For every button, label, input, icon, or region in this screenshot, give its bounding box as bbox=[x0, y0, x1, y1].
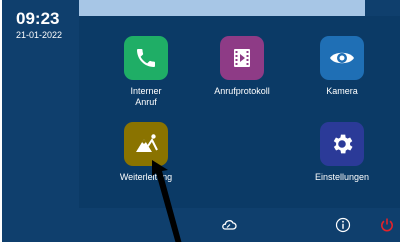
film-log-icon bbox=[220, 36, 264, 80]
tile-settings[interactable]: Einstellungen bbox=[297, 122, 387, 183]
tile-call-log[interactable]: Anrufprotokoll bbox=[197, 36, 287, 97]
info-icon[interactable] bbox=[335, 217, 351, 233]
tile-internal-call[interactable]: Interner Anruf bbox=[101, 36, 191, 108]
pointer-arrow bbox=[152, 160, 182, 242]
app-grid: Interner Anruf Anrufprotokoll Kamera Wei… bbox=[79, 16, 400, 208]
clock-date: 21-01-2022 bbox=[16, 30, 63, 40]
tile-label: Anrufprotokoll bbox=[214, 86, 270, 96]
tile-label: Einstellungen bbox=[314, 172, 370, 182]
phone-icon bbox=[124, 36, 168, 80]
tile-label: Interner Anruf bbox=[130, 86, 162, 107]
bottom-bar bbox=[79, 208, 400, 242]
eye-icon bbox=[320, 36, 364, 80]
status-sidebar: 09:23 21-01-2022 bbox=[2, 0, 78, 242]
tile-label: Kamera bbox=[326, 86, 358, 96]
top-strip bbox=[79, 0, 365, 16]
intercom-screen: 09:23 21-01-2022 Interner Anruf Anrufpro… bbox=[2, 0, 400, 242]
gear-icon bbox=[320, 122, 364, 166]
tile-camera[interactable]: Kamera bbox=[297, 36, 387, 97]
power-icon[interactable] bbox=[379, 217, 395, 233]
cloud-icon[interactable] bbox=[221, 217, 237, 233]
clock-time: 09:23 bbox=[16, 9, 60, 28]
